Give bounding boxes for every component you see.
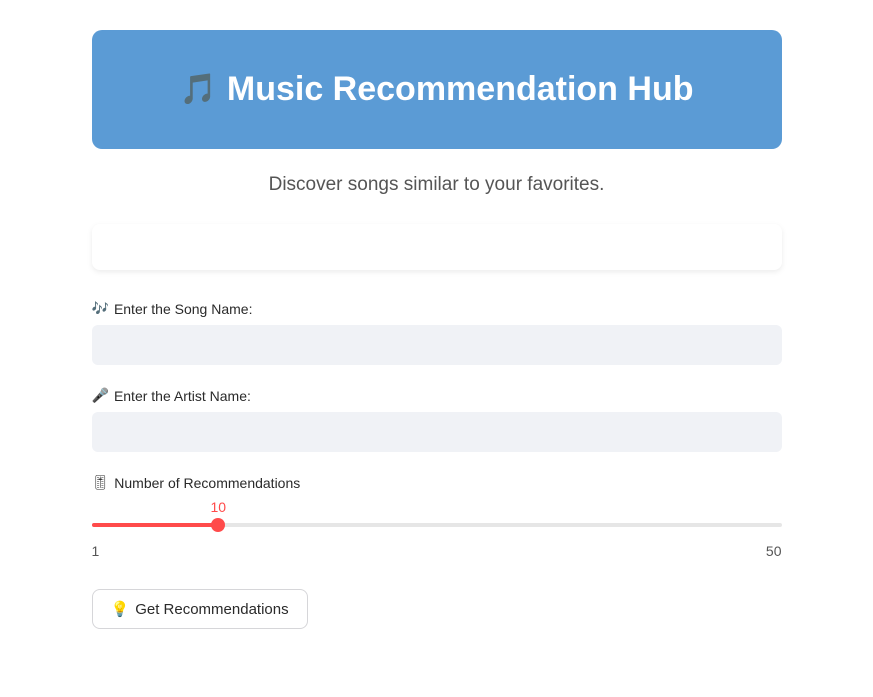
slider-max: 50	[766, 543, 782, 559]
song-field-group: 🎶 Enter the Song Name:	[92, 300, 782, 365]
slider-icon: 🎚	[92, 474, 110, 491]
slider-value-display: 10	[92, 499, 782, 517]
song-label-text: Enter the Song Name:	[114, 301, 253, 317]
subtitle: Discover songs similar to your favorites…	[92, 174, 782, 196]
artist-label: 🎤 Enter the Artist Name:	[92, 387, 782, 404]
slider-range: 1 50	[92, 543, 782, 559]
song-label: 🎶 Enter the Song Name:	[92, 300, 782, 317]
slider-value-text: 10	[210, 499, 226, 515]
slider-thumb[interactable]	[211, 518, 225, 532]
mic-icon: 🎤	[92, 387, 109, 404]
artist-label-text: Enter the Artist Name:	[114, 388, 251, 404]
artist-input[interactable]	[92, 412, 782, 452]
music-note-icon: 🎵	[180, 72, 217, 107]
slider-min: 1	[92, 543, 100, 559]
title-text: Music Recommendation Hub	[227, 70, 694, 109]
button-label: Get Recommendations	[135, 601, 288, 618]
content-card	[92, 224, 782, 270]
page-title: 🎵 Music Recommendation Hub	[180, 70, 694, 109]
artist-field-group: 🎤 Enter the Artist Name:	[92, 387, 782, 452]
slider-label: 🎚 Number of Recommendations	[92, 474, 782, 491]
slider-label-text: Number of Recommendations	[114, 475, 300, 491]
song-input[interactable]	[92, 325, 782, 365]
get-recommendations-button[interactable]: 💡 Get Recommendations	[92, 589, 308, 629]
header-banner: 🎵 Music Recommendation Hub	[92, 30, 782, 149]
slider-track[interactable]	[92, 519, 782, 531]
recommendations-slider-group: 🎚 Number of Recommendations 10 1 50	[92, 474, 782, 559]
slider-fill	[92, 523, 219, 527]
notes-icon: 🎶	[92, 300, 109, 317]
bulb-icon: 💡	[111, 600, 130, 618]
